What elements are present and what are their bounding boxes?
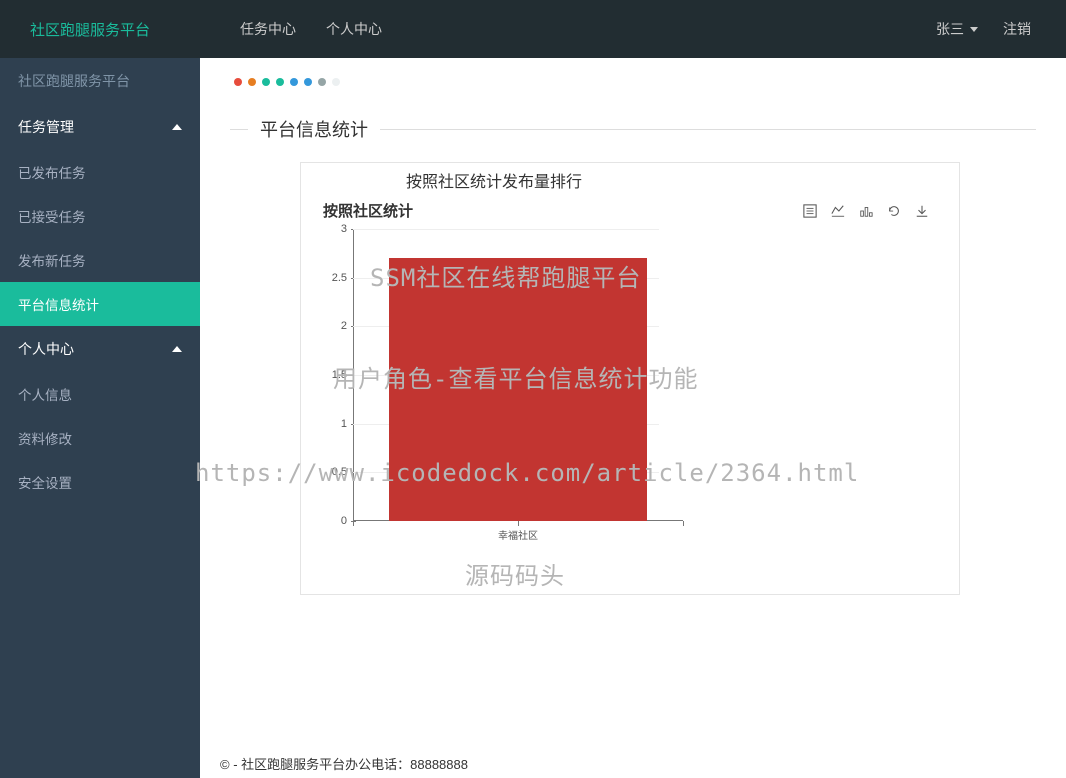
page-title-section: 平台信息统计 [230,116,1036,142]
bar [389,258,646,521]
y-tick-label: 2 [321,320,347,332]
refresh-icon[interactable] [887,204,901,218]
data-view-icon[interactable] [803,204,817,218]
sidebar-item-edit[interactable]: 资料修改 [0,416,200,460]
chart-card: 按照社区统计发布量排行 按照社区统计 0 0.5 1 1.5 2 2.5 3 幸福社区 [300,162,960,595]
sidebar-top-label-text: 社区跑腿服务平台 [18,71,130,91]
dot [234,78,242,86]
sidebar-group-tasks[interactable]: 任务管理 [0,104,200,150]
y-tick-label: 1 [321,418,347,430]
user-dropdown[interactable]: 张三 [936,19,978,39]
caret-up-icon [172,346,182,352]
logout-link[interactable]: 注销 [1003,19,1031,39]
dot [332,78,340,86]
dot [290,78,298,86]
sidebar-item-newtask[interactable]: 发布新任务 [0,238,200,282]
bar-chart-icon[interactable] [859,204,873,218]
download-icon[interactable] [915,204,929,218]
sidebar: 社区跑腿服务平台 任务管理 已发布任务 已接受任务 发布新任务 平台信息统计 个… [0,58,200,778]
sidebar-item-profile[interactable]: 个人信息 [0,372,200,416]
header-nav: 任务中心 个人中心 [200,19,936,39]
page-title: 平台信息统计 [248,116,380,142]
brand-title: 社区跑腿服务平台 [0,19,200,40]
sidebar-group-personal[interactable]: 个人中心 [0,326,200,372]
y-tick-label: 0 [321,515,347,527]
chart-title-row: 按照社区统计 [321,200,939,221]
y-tick-label: 0.5 [321,466,347,478]
chart-plot-area: 00.511.522.53幸福社区 [321,229,939,539]
sidebar-group-personal-title: 个人中心 [18,339,74,359]
y-tick-label: 2.5 [321,272,347,284]
sidebar-item-security[interactable]: 安全设置 [0,460,200,504]
main-content: 平台信息统计 按照社区统计发布量排行 按照社区统计 0 0.5 1 1.5 2 2.5 3 幸… [200,58,1066,748]
sidebar-top-label: 社区跑腿服务平台 [0,58,200,104]
sidebar-item-stats[interactable]: 平台信息统计 [0,282,200,326]
sidebar-item-published[interactable]: 已发布任务 [0,150,200,194]
nav-personal-center[interactable]: 个人中心 [326,19,382,39]
color-dots [234,78,1036,86]
sidebar-item-accepted[interactable]: 已接受任务 [0,194,200,238]
dot [262,78,270,86]
y-tick-label: 1.5 [321,369,347,381]
chart-inner: 按照社区统计 0 0.5 1 1.5 2 2.5 3 幸福社区 [301,200,959,594]
dot [318,78,326,86]
caret-down-icon [970,27,978,32]
sidebar-group-tasks-title: 任务管理 [18,117,74,137]
caret-up-icon [172,124,182,130]
dot [276,78,284,86]
nav-task-center[interactable]: 任务中心 [240,19,296,39]
footer: © - 社区跑腿服务平台办公电话：88888888 [200,748,1066,778]
chart-toolbar [803,204,929,218]
dot [248,78,256,86]
header-right: 张三 注销 [936,19,1066,39]
footer-text: © - 社区跑腿服务平台办公电话：88888888 [220,754,468,773]
line-chart-icon[interactable] [831,204,845,218]
x-tick-label: 幸福社区 [498,527,538,542]
chart-title: 按照社区统计 [323,200,413,221]
dot [304,78,312,86]
top-header: 社区跑腿服务平台 任务中心 个人中心 张三 注销 [0,0,1066,58]
chart-section-title: 按照社区统计发布量排行 [301,163,959,200]
user-name: 张三 [936,19,964,39]
y-tick-label: 3 [321,223,347,235]
